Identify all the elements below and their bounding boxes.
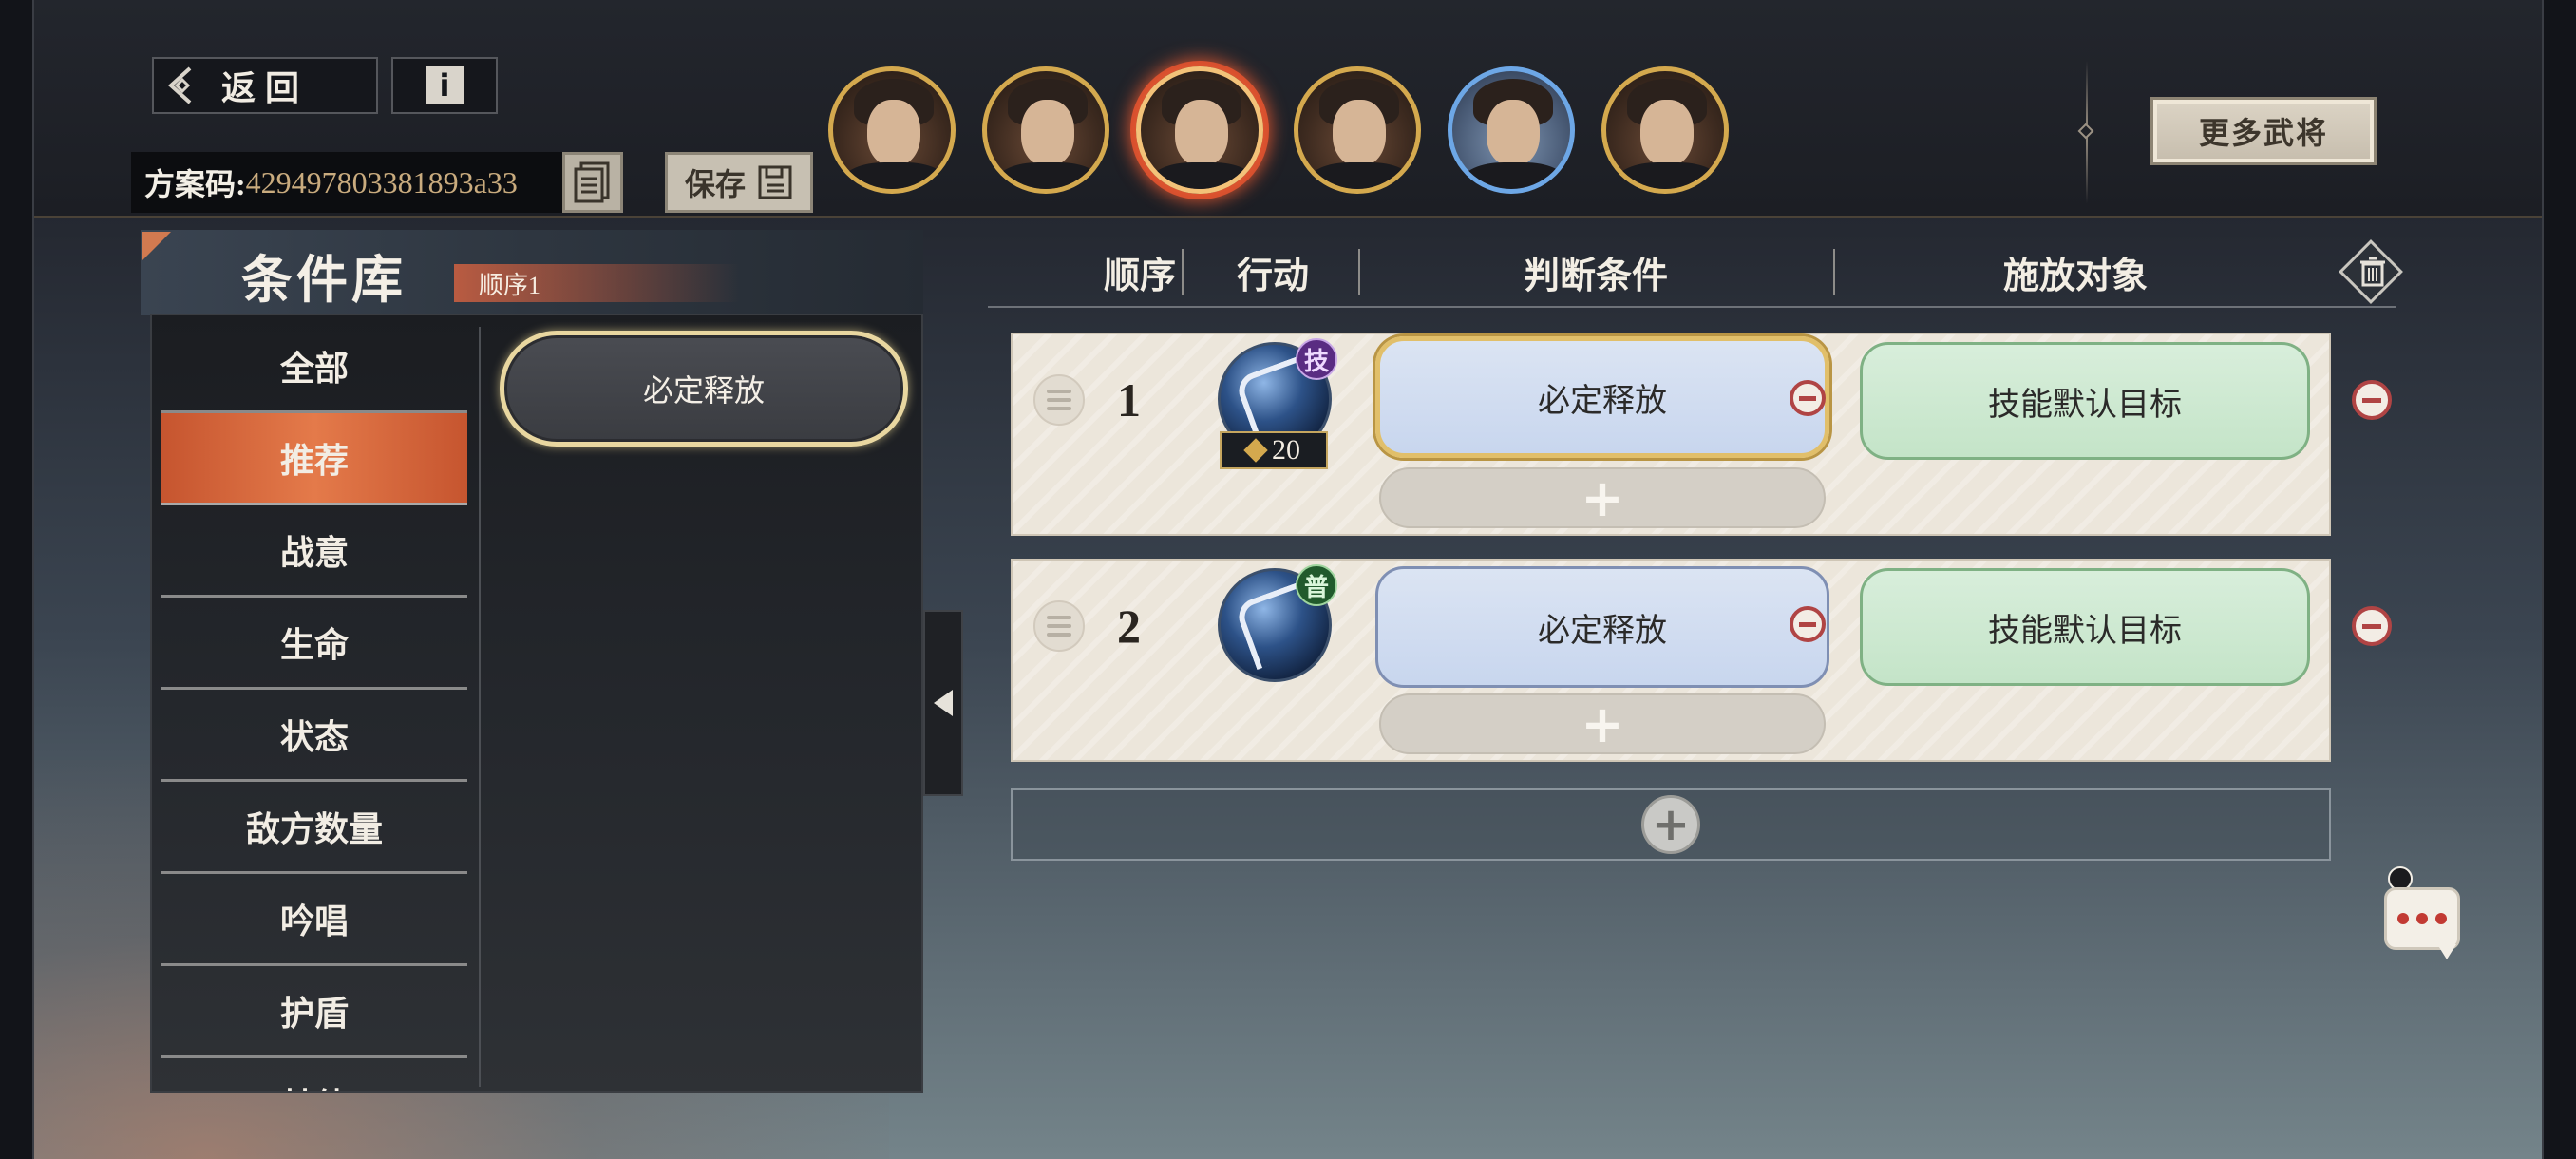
category-label: 状态 (279, 718, 349, 756)
target-slot[interactable]: 技能默认目标 (1860, 342, 2310, 460)
category-list[interactable]: 全部 推荐 战意 生命 状态 敌方数量 吟唱 护盾 其他 (161, 321, 467, 1091)
portrait-face (1175, 100, 1228, 166)
category-label: 吟唱 (279, 902, 349, 940)
category-item-all[interactable]: 全部 (161, 321, 467, 413)
header-divider (1182, 249, 1184, 294)
plan-code-value: 429497803381893a33 (245, 164, 518, 200)
category-label: 护盾 (279, 995, 349, 1033)
back-button[interactable]: 返回 (152, 57, 378, 114)
plan-code-label: 方案码: (144, 167, 246, 201)
header-underline (988, 306, 2396, 308)
chat-bubble-tail (2437, 944, 2456, 960)
cost-gem-icon (1243, 438, 1268, 463)
condition-label: 必定释放 (1538, 383, 1667, 419)
category-item-recommended[interactable]: 推荐 (161, 413, 467, 505)
category-item-other[interactable]: 其他 (161, 1058, 467, 1091)
general-portrait-4[interactable] (1294, 66, 1421, 194)
category-item-health[interactable]: 生命 (161, 598, 467, 690)
condition-chip-always-cast[interactable]: 必定释放 (500, 331, 908, 446)
table-row: 1 技 20 必定释放 + 技能默认目标 (1011, 332, 2331, 536)
target-label: 技能默认目标 (1988, 387, 2182, 423)
general-portrait-6[interactable] (1601, 66, 1729, 194)
header-target: 施放对象 (2002, 256, 2148, 296)
library-corner-accent (142, 232, 171, 260)
condition-chip-label: 必定释放 (642, 373, 765, 408)
right-frame (2542, 0, 2576, 1159)
header-condition: 判断条件 (1523, 256, 1668, 296)
category-label: 敌方数量 (245, 810, 383, 848)
portrait-face (1021, 100, 1074, 166)
more-generals-button[interactable]: 更多武将 (2150, 97, 2377, 165)
remove-condition-button[interactable] (1790, 606, 1826, 642)
add-condition-button[interactable]: + (1379, 467, 1826, 528)
skill-cost-tag: 20 (1220, 431, 1328, 469)
category-label: 推荐 (279, 442, 349, 480)
category-separator (479, 327, 481, 1087)
save-label: 保存 (684, 167, 746, 201)
trash-icon (2360, 256, 2385, 287)
save-button[interactable]: 保存 (665, 152, 813, 213)
portrait-face (1333, 100, 1386, 166)
copy-code-button[interactable] (562, 152, 623, 213)
plus-circle-icon: + (1651, 798, 1691, 851)
document-copy-icon (574, 162, 610, 203)
category-label: 其他 (280, 1078, 349, 1091)
general-portrait-1[interactable] (828, 66, 956, 194)
collapse-library-button[interactable] (923, 610, 963, 796)
back-label: 返回 (220, 69, 309, 107)
row-order: 2 (1117, 599, 1141, 653)
plan-code-field[interactable]: 方案码: 429497803381893a33 (131, 152, 562, 213)
header-divider (1833, 249, 1835, 294)
table-row: 2 普 必定释放 + 技能默认目标 (1011, 559, 2331, 762)
category-item-morale[interactable]: 战意 (161, 505, 467, 598)
target-slot[interactable]: 技能默认目标 (1860, 568, 2310, 686)
condition-label: 必定释放 (1538, 613, 1667, 649)
left-frame (0, 0, 34, 1159)
plus-icon: + (1581, 467, 1624, 528)
category-item-status[interactable]: 状态 (161, 690, 467, 782)
library-order-tag: 顺序1 (454, 264, 739, 302)
category-item-shield[interactable]: 护盾 (161, 966, 467, 1058)
portrait-face (1487, 100, 1540, 166)
plus-icon: + (1581, 694, 1624, 754)
remove-condition-button[interactable] (1790, 380, 1826, 416)
target-label: 技能默认目标 (1988, 613, 2182, 649)
remove-row-button[interactable] (2352, 606, 2392, 646)
remove-row-button[interactable] (2352, 380, 2392, 420)
chat-bubble-icon[interactable] (2384, 887, 2460, 950)
add-row-button[interactable]: + (1641, 795, 1700, 854)
category-item-enemy-count[interactable]: 敌方数量 (161, 782, 467, 874)
header-action: 行动 (1236, 256, 1309, 296)
triangle-left-icon (934, 690, 953, 716)
add-condition-button[interactable]: + (1379, 694, 1826, 754)
condition-slot[interactable]: 必定释放 (1375, 336, 1829, 458)
drag-handle-icon[interactable] (1033, 374, 1085, 426)
condition-slot[interactable]: 必定释放 (1375, 566, 1829, 688)
category-label: 战意 (279, 534, 349, 572)
library-panel: 全部 推荐 战意 生命 状态 敌方数量 吟唱 护盾 其他 必定释放 (150, 314, 923, 1092)
portrait-face (1640, 100, 1694, 166)
skill-type-badge: 技 (1296, 338, 1337, 380)
skill-type-badge: 普 (1296, 564, 1337, 606)
header-divider (1358, 249, 1360, 294)
add-row-bar[interactable]: + (1011, 788, 2331, 861)
general-portrait-3[interactable] (1136, 66, 1263, 194)
portrait-face (867, 100, 920, 166)
info-icon: i (426, 66, 464, 104)
row-order: 1 (1117, 373, 1141, 427)
category-label: 生命 (279, 626, 349, 664)
general-portrait-2[interactable] (982, 66, 1109, 194)
drag-handle-icon[interactable] (1033, 600, 1085, 652)
library-title: 条件库 (241, 252, 407, 309)
skill-cost-value: 20 (1272, 434, 1300, 466)
info-button[interactable]: i (391, 57, 498, 114)
category-label: 全部 (279, 350, 349, 388)
chevron-left-icon (168, 66, 192, 104)
general-portrait-5[interactable] (1448, 66, 1575, 194)
more-generals-label: 更多武将 (2198, 116, 2328, 150)
category-item-chant[interactable]: 吟唱 (161, 874, 467, 966)
save-disk-icon (758, 165, 792, 200)
